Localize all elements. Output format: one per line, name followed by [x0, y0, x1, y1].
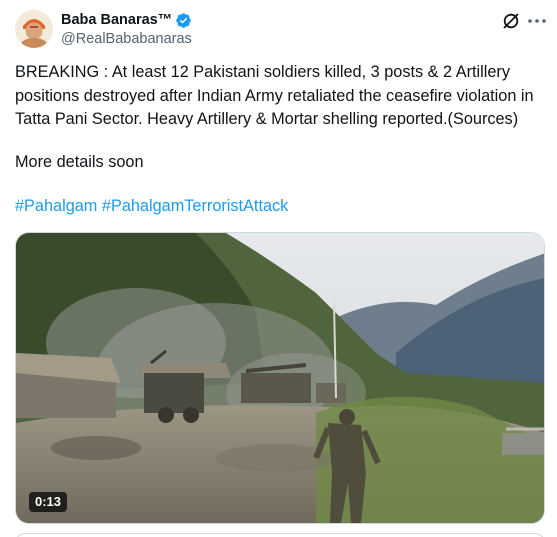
video-duration: 0:13: [29, 492, 68, 512]
video-player[interactable]: 0:13: [15, 232, 545, 524]
tweet-card[interactable]: Baba Banaras™ @RealBababanaras BREAKING …: [0, 0, 557, 537]
hashtag-list: #Pahalgam #PahalgamTerroristAttack: [15, 197, 288, 216]
tweet-body: BREAKING : At least 12 Pakistani soldier…: [15, 63, 534, 128]
hashtag-link[interactable]: #PahalgamTerroristAttack: [102, 197, 288, 215]
hashtag-link[interactable]: #Pahalgam: [15, 197, 97, 215]
grok-icon[interactable]: [502, 12, 520, 30]
avatar[interactable]: [15, 10, 53, 48]
tweet-text: BREAKING : At least 12 Pakistani soldier…: [15, 61, 550, 132]
verified-badge-icon: [175, 12, 192, 29]
video-thumbnail: [16, 233, 544, 523]
author-handle[interactable]: @RealBababanaras: [61, 31, 192, 47]
next-card-edge: [15, 533, 545, 537]
author-display-name[interactable]: Baba Banaras™: [61, 12, 172, 28]
tweet-more-details: More details soon: [15, 153, 144, 171]
more-options-icon[interactable]: [526, 11, 548, 31]
